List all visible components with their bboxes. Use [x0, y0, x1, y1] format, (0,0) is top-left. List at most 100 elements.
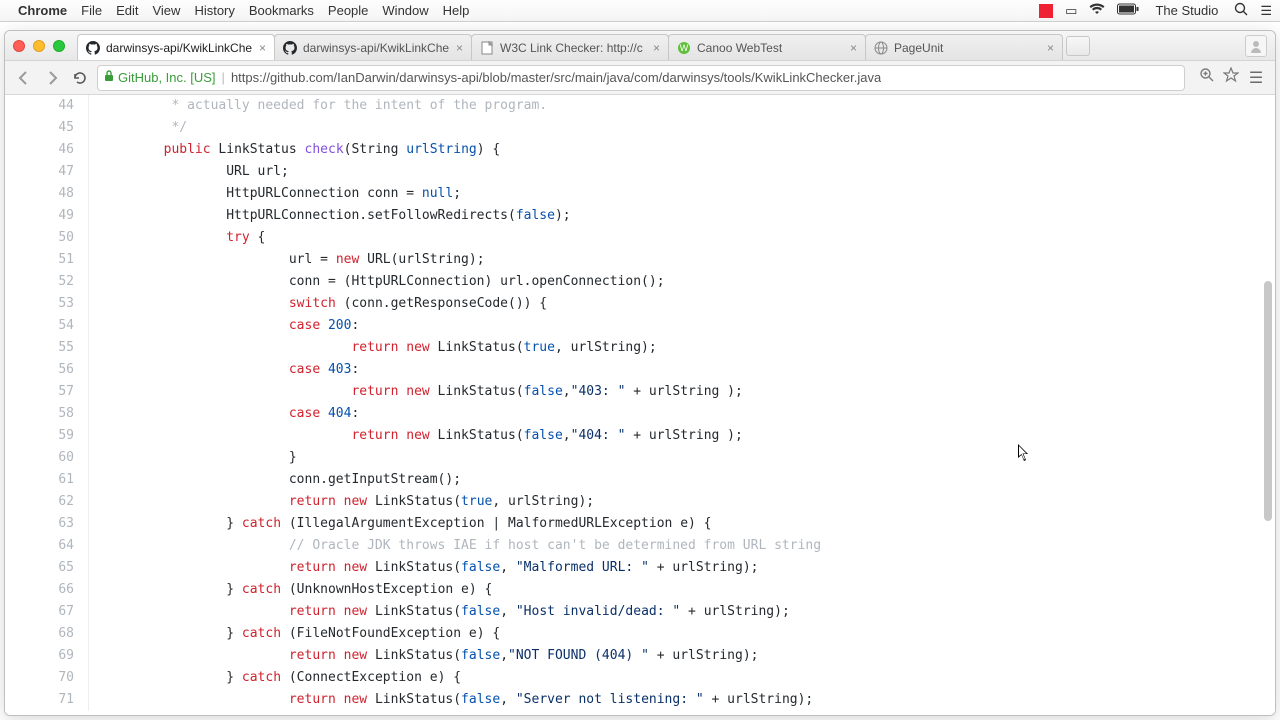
- code-content[interactable]: */: [89, 117, 1275, 139]
- menu-item[interactable]: People: [328, 3, 368, 18]
- code-content[interactable]: }: [89, 447, 1275, 469]
- code-line: 63 } catch (IllegalArgumentException | M…: [5, 513, 1275, 535]
- code-content[interactable]: } catch (IllegalArgumentException | Malf…: [89, 513, 1275, 535]
- code-content[interactable]: // Oracle JDK throws IAE if host can't b…: [89, 535, 1275, 557]
- code-content[interactable]: case 403:: [89, 359, 1275, 381]
- code-content[interactable]: return new LinkStatus(false, "Host inval…: [89, 601, 1275, 623]
- code-content[interactable]: case 404:: [89, 403, 1275, 425]
- line-number[interactable]: 61: [5, 469, 89, 491]
- tab-label: darwinsys-api/KwikLinkChe: [106, 41, 253, 55]
- code-content[interactable]: return new LinkStatus(true, urlString);: [89, 491, 1275, 513]
- recording-status-icon[interactable]: [1039, 4, 1053, 18]
- line-number[interactable]: 58: [5, 403, 89, 425]
- line-number[interactable]: 44: [5, 95, 89, 117]
- notification-center-icon[interactable]: ☰: [1260, 3, 1272, 19]
- line-number[interactable]: 66: [5, 579, 89, 601]
- tab-close-icon[interactable]: ×: [456, 41, 463, 55]
- bookmark-star-icon[interactable]: [1223, 67, 1239, 88]
- line-number[interactable]: 62: [5, 491, 89, 513]
- tab-close-icon[interactable]: ×: [1047, 41, 1054, 55]
- line-number[interactable]: 68: [5, 623, 89, 645]
- code-content[interactable]: return new LinkStatus(false,"NOT FOUND (…: [89, 645, 1275, 667]
- menu-item[interactable]: Edit: [116, 3, 138, 18]
- menu-item[interactable]: Help: [443, 3, 470, 18]
- line-number[interactable]: 52: [5, 271, 89, 293]
- code-content[interactable]: return new LinkStatus(false,"404: " + ur…: [89, 425, 1275, 447]
- code-content[interactable]: return new LinkStatus(false,"403: " + ur…: [89, 381, 1275, 403]
- address-bar[interactable]: GitHub, Inc. [US] | https://github.com/I…: [97, 65, 1185, 91]
- code-content[interactable]: case 200:: [89, 315, 1275, 337]
- browser-tab[interactable]: PageUnit×: [865, 34, 1063, 60]
- code-content[interactable]: url = new URL(urlString);: [89, 249, 1275, 271]
- code-content[interactable]: HttpURLConnection.setFollowRedirects(fal…: [89, 205, 1275, 227]
- profile-button[interactable]: [1245, 35, 1267, 57]
- vertical-scrollbar[interactable]: [1260, 95, 1274, 715]
- line-number[interactable]: 45: [5, 117, 89, 139]
- line-number[interactable]: 51: [5, 249, 89, 271]
- code-content[interactable]: } catch (UnknownHostException e) {: [89, 579, 1275, 601]
- browser-tab[interactable]: W3C Link Checker: http://c×: [471, 34, 669, 60]
- line-number[interactable]: 53: [5, 293, 89, 315]
- line-number[interactable]: 60: [5, 447, 89, 469]
- line-number[interactable]: 56: [5, 359, 89, 381]
- code-content[interactable]: conn.getInputStream();: [89, 469, 1275, 491]
- code-content[interactable]: public LinkStatus check(String urlString…: [89, 139, 1275, 161]
- line-number[interactable]: 71: [5, 689, 89, 711]
- line-number[interactable]: 65: [5, 557, 89, 579]
- battery-status-icon[interactable]: [1117, 3, 1139, 18]
- line-number[interactable]: 69: [5, 645, 89, 667]
- line-number[interactable]: 50: [5, 227, 89, 249]
- menu-item[interactable]: Bookmarks: [249, 3, 314, 18]
- line-number[interactable]: 49: [5, 205, 89, 227]
- display-status-icon[interactable]: ▭: [1065, 3, 1077, 19]
- zoom-omnibox-icon[interactable]: [1199, 67, 1215, 88]
- forward-button[interactable]: [41, 67, 63, 89]
- reload-button[interactable]: [69, 67, 91, 89]
- close-window-button[interactable]: [13, 40, 25, 52]
- tab-close-icon[interactable]: ×: [850, 41, 857, 55]
- tab-close-icon[interactable]: ×: [259, 41, 266, 55]
- code-content[interactable]: return new LinkStatus(false, "Server not…: [89, 689, 1275, 711]
- line-number[interactable]: 64: [5, 535, 89, 557]
- browser-tab[interactable]: darwinsys-api/KwikLinkChe ×: [77, 34, 275, 60]
- back-button[interactable]: [13, 67, 35, 89]
- line-number[interactable]: 55: [5, 337, 89, 359]
- user-name[interactable]: The Studio: [1155, 3, 1218, 18]
- code-content[interactable]: try {: [89, 227, 1275, 249]
- code-line: 51 url = new URL(urlString);: [5, 249, 1275, 271]
- line-number[interactable]: 67: [5, 601, 89, 623]
- menu-item[interactable]: History: [194, 3, 234, 18]
- code-content[interactable]: } catch (FileNotFoundException e) {: [89, 623, 1275, 645]
- code-content[interactable]: conn = (HttpURLConnection) url.openConne…: [89, 271, 1275, 293]
- code-content[interactable]: switch (conn.getResponseCode()) {: [89, 293, 1275, 315]
- code-content[interactable]: URL url;: [89, 161, 1275, 183]
- scrollbar-thumb[interactable]: [1264, 281, 1272, 521]
- menu-item[interactable]: View: [152, 3, 180, 18]
- browser-tab[interactable]: darwinsys-api/KwikLinkChe×: [274, 34, 472, 60]
- code-content[interactable]: } catch (ConnectException e) {: [89, 667, 1275, 689]
- minimize-window-button[interactable]: [33, 40, 45, 52]
- page-content[interactable]: 44 * actually needed for the intent of t…: [5, 95, 1275, 715]
- browser-tab[interactable]: WCanoo WebTest×: [668, 34, 866, 60]
- zoom-window-button[interactable]: [53, 40, 65, 52]
- line-number[interactable]: 63: [5, 513, 89, 535]
- wifi-status-icon[interactable]: [1089, 3, 1105, 18]
- app-name[interactable]: Chrome: [18, 3, 67, 18]
- menu-item[interactable]: File: [81, 3, 102, 18]
- code-content[interactable]: * actually needed for the intent of the …: [89, 95, 1275, 117]
- code-content[interactable]: HttpURLConnection conn = null;: [89, 183, 1275, 205]
- tab-close-icon[interactable]: ×: [653, 41, 660, 55]
- line-number[interactable]: 70: [5, 667, 89, 689]
- line-number[interactable]: 54: [5, 315, 89, 337]
- line-number[interactable]: 46: [5, 139, 89, 161]
- code-content[interactable]: return new LinkStatus(true, urlString);: [89, 337, 1275, 359]
- line-number[interactable]: 47: [5, 161, 89, 183]
- spotlight-search-icon[interactable]: [1234, 2, 1248, 19]
- new-tab-button[interactable]: [1066, 36, 1090, 56]
- code-content[interactable]: return new LinkStatus(false, "Malformed …: [89, 557, 1275, 579]
- line-number[interactable]: 57: [5, 381, 89, 403]
- chrome-menu-button[interactable]: ☰: [1245, 67, 1267, 89]
- line-number[interactable]: 48: [5, 183, 89, 205]
- menu-item[interactable]: Window: [382, 3, 428, 18]
- line-number[interactable]: 59: [5, 425, 89, 447]
